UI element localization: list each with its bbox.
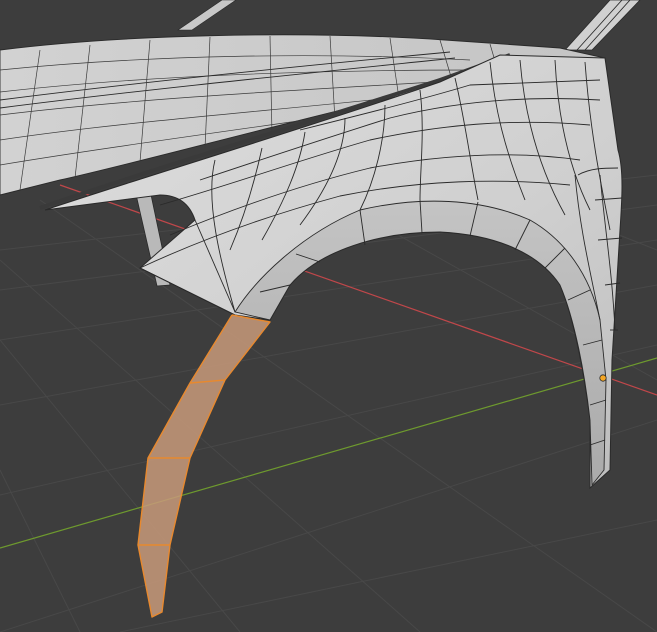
mirror-arm bbox=[177, 0, 237, 31]
viewport-canvas[interactable] bbox=[0, 0, 657, 632]
3d-viewport[interactable] bbox=[0, 0, 657, 632]
selected-vertex[interactable] bbox=[599, 374, 607, 382]
rear-strut bbox=[564, 0, 641, 51]
selected-faces[interactable] bbox=[137, 314, 271, 618]
